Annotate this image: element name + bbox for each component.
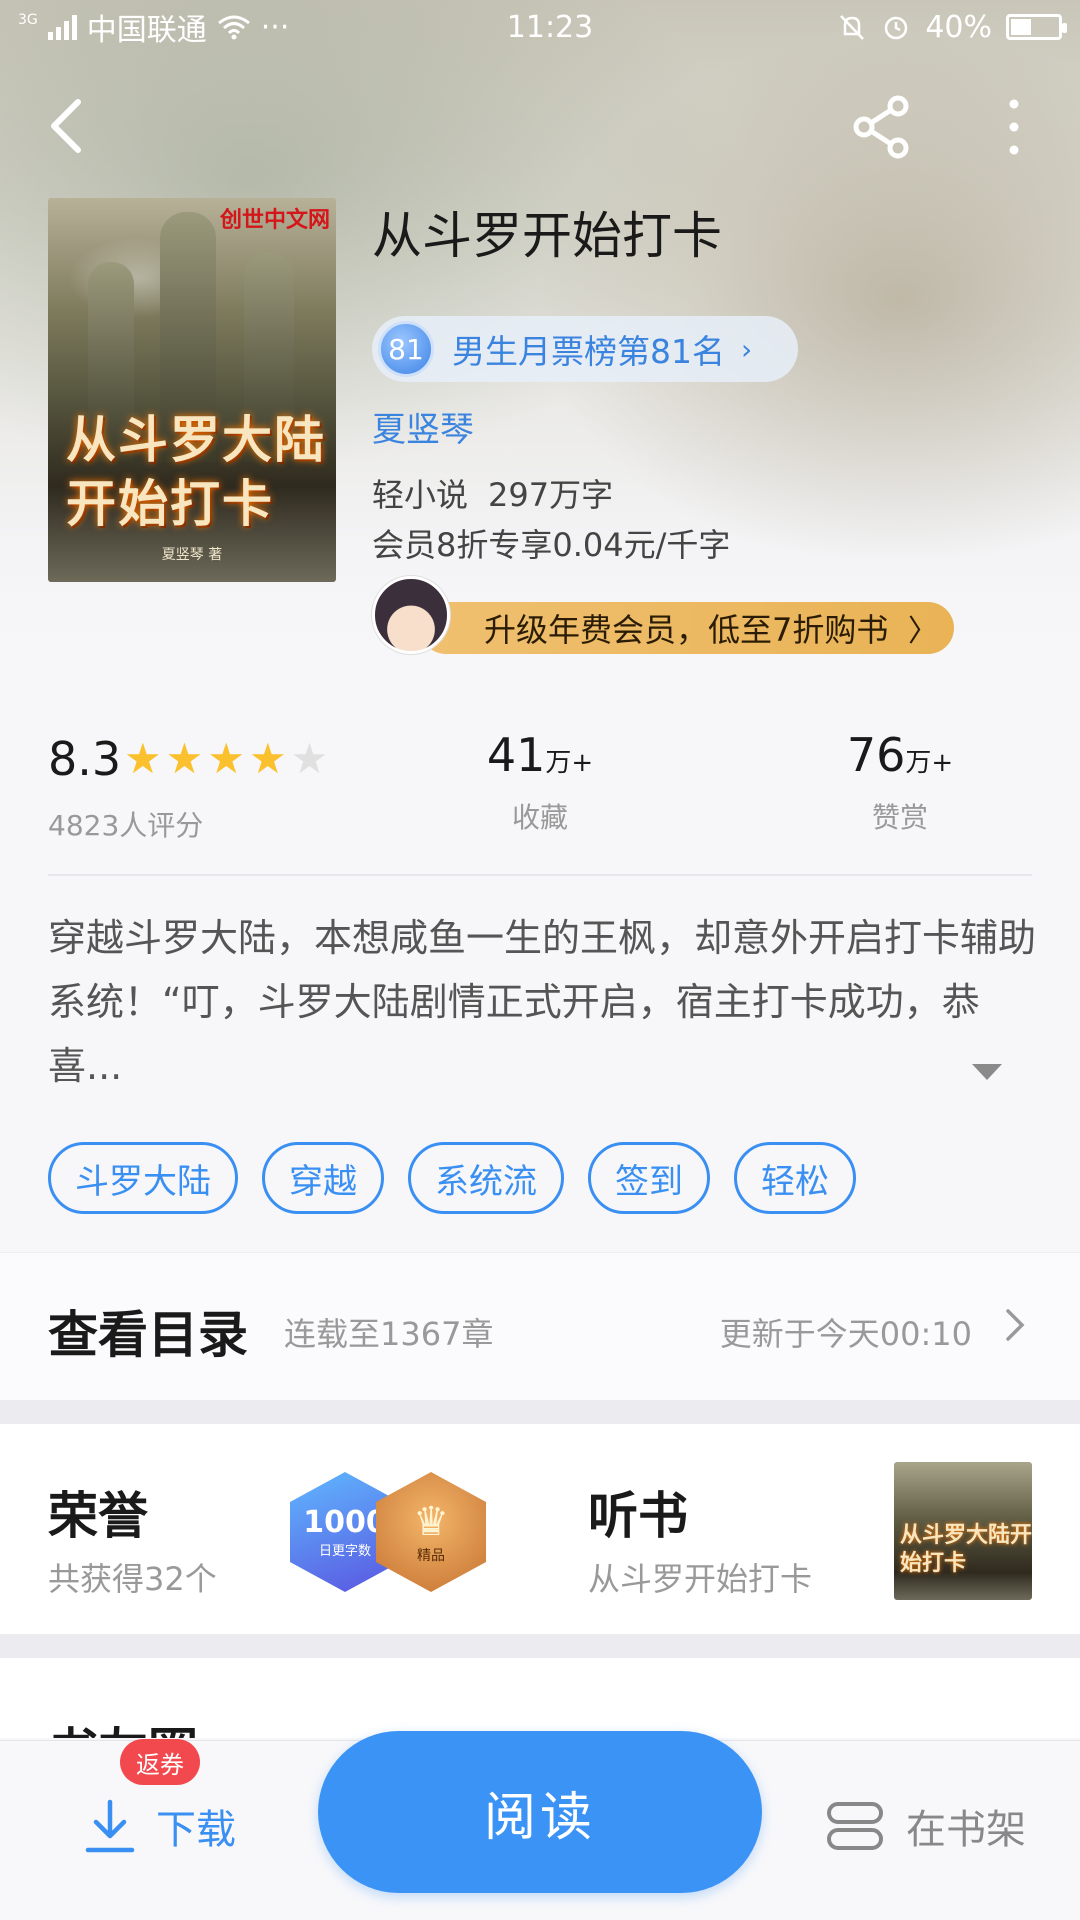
carrier-name: 中国联通 (86, 13, 207, 48)
chevron-right-icon: 〉 (908, 614, 938, 649)
chevron-right-icon (1006, 1309, 1025, 1341)
expand-down-icon[interactable] (972, 1064, 1002, 1082)
download-label: 下载 (156, 1807, 236, 1853)
bottom-action-bar: 下载 返券 阅读 在书架 (0, 1731, 1080, 1920)
bookshelf-icon (827, 1802, 883, 1850)
favorites-unit: 万+ (545, 748, 594, 778)
network-type: 3G (18, 12, 38, 28)
book-cover[interactable]: 创世中文网 从斗罗大陆开始打卡 夏竖琴 著 (48, 198, 336, 582)
stats-row: 8.3 ★ ★ ★ ★ ★ 4823人评分 41万+ 收藏 76万+ 赞赏 (0, 722, 1080, 852)
catalog-row[interactable]: 查看目录 连载至1367章 更新于今天00:10 (0, 1252, 1080, 1400)
audiobook-cover-title: 从斗罗大陆开始打卡 (900, 1523, 1032, 1576)
divider (48, 874, 1032, 876)
battery-icon (1006, 14, 1067, 40)
battery-percent: 40% (925, 9, 992, 45)
section-gap (0, 1634, 1080, 1658)
status-bar: 3G 中国联通 ··· 11:23 40% (0, 0, 1080, 54)
honors-title: 荣誉 (48, 1486, 148, 1545)
cover-publisher-logo: 创世中文网 (219, 208, 330, 233)
star-icon: ★ (124, 734, 162, 783)
star-empty-icon: ★ (290, 734, 329, 783)
favorites-label: 收藏 (511, 801, 568, 834)
vip-banner-text: 升级年费会员，低至7折购书 (484, 611, 889, 649)
star-icon: ★ (207, 734, 245, 783)
star-icon: ★ (165, 734, 204, 783)
avatar (372, 576, 450, 654)
rank-pill[interactable]: 81 男生月票榜第81名 › (372, 316, 798, 382)
section-gap (0, 1400, 1080, 1424)
book-circle-section[interactable]: 书友圈 (0, 1658, 1080, 1738)
favorites-stat: 41万+ 收藏 (430, 728, 650, 836)
download-button[interactable]: 下载 (84, 1797, 236, 1855)
book-circle-title: 书友圈 (48, 1712, 198, 1738)
favorites-count: 41 (486, 728, 546, 782)
author-link[interactable]: 夏竖琴 (372, 402, 474, 451)
badge-caption: 日更字数 (318, 1544, 371, 1559)
top-nav (0, 80, 1080, 170)
crown-icon: ♛ (413, 1499, 449, 1545)
signal-icon (47, 14, 77, 40)
clock: 11:23 (506, 9, 594, 45)
rating-score: 8.3 (48, 732, 122, 786)
badge-caption: 精品 (417, 1548, 445, 1564)
tag-chip[interactable]: 签到 (588, 1142, 710, 1214)
more-notifications-icon: ··· (260, 9, 290, 45)
more-menu-icon[interactable] (994, 94, 1034, 160)
share-icon[interactable] (850, 94, 916, 160)
audiobook-title: 听书 (588, 1486, 688, 1545)
vip-price: 会员8折专享0.04元/千字 (372, 526, 731, 564)
book-category: 轻小说 (372, 476, 469, 514)
rewards-stat: 76万+ 赞赏 (790, 728, 1010, 836)
tag-chip[interactable]: 斗罗大陆 (48, 1142, 238, 1214)
tag-chip[interactable]: 系统流 (408, 1142, 564, 1214)
word-count: 297万字 (488, 476, 614, 514)
honors-subtitle: 共获得32个 (48, 1560, 217, 1598)
vip-upgrade-banner[interactable]: 升级年费会员，低至7折购书 〉 (420, 602, 954, 654)
wifi-icon (217, 15, 250, 40)
audiobook-subtitle: 从斗罗开始打卡 (588, 1560, 813, 1598)
rank-text: 男生月票榜第81名 (452, 332, 725, 371)
catalog-updated: 更新于今天00:10 (719, 1315, 972, 1353)
rewards-label: 赞赏 (871, 801, 928, 834)
honor-audio-row: 荣誉 共获得32个 1000 日更字数 ♛ 精品 听书 从斗罗开始打卡 从斗罗大… (0, 1424, 1080, 1634)
tag-list: 斗罗大陆 穿越 系统流 签到 轻松 (48, 1142, 856, 1214)
mute-bell-icon (840, 15, 865, 40)
catalog-chapters: 连载至1367章 (284, 1315, 494, 1353)
alarm-icon (885, 16, 908, 40)
coupon-badge: 返券 (120, 1739, 200, 1785)
book-title: 从斗罗开始打卡 (372, 207, 722, 265)
catalog-title: 查看目录 (48, 1305, 248, 1364)
tag-chip[interactable]: 穿越 (262, 1142, 384, 1214)
rank-badge: 81 (378, 321, 434, 377)
premium-badge: ♛ 精品 (376, 1472, 486, 1592)
star-icon: ★ (248, 734, 287, 783)
audiobook-cover: 从斗罗大陆开始打卡 (894, 1462, 1032, 1600)
cover-title-art: 从斗罗大陆开始打卡 (66, 410, 326, 533)
back-icon[interactable] (40, 96, 100, 156)
rating-count: 4823人评分 (48, 809, 204, 842)
badge-number: 1000 (303, 1505, 387, 1540)
book-meta: 轻小说 297万字 (372, 470, 613, 516)
download-icon (85, 1799, 135, 1853)
tag-chip[interactable]: 轻松 (734, 1142, 856, 1214)
bookshelf-button[interactable]: 在书架 (826, 1797, 1026, 1855)
rewards-unit: 万+ (905, 748, 954, 778)
chevron-right-icon: › (741, 332, 753, 366)
cover-author: 夏竖琴 著 (161, 547, 223, 563)
synopsis-text[interactable]: 穿越斗罗大陆，本想咸鱼一生的王枫，却意外开启打卡辅助系统！“叮，斗罗大陆剧情正式… (48, 906, 1038, 1098)
bookshelf-label: 在书架 (906, 1807, 1026, 1853)
read-button[interactable]: 阅读 (318, 1731, 762, 1893)
star-rating: ★ ★ ★ ★ ★ (124, 738, 328, 780)
rewards-count: 76 (846, 728, 906, 782)
